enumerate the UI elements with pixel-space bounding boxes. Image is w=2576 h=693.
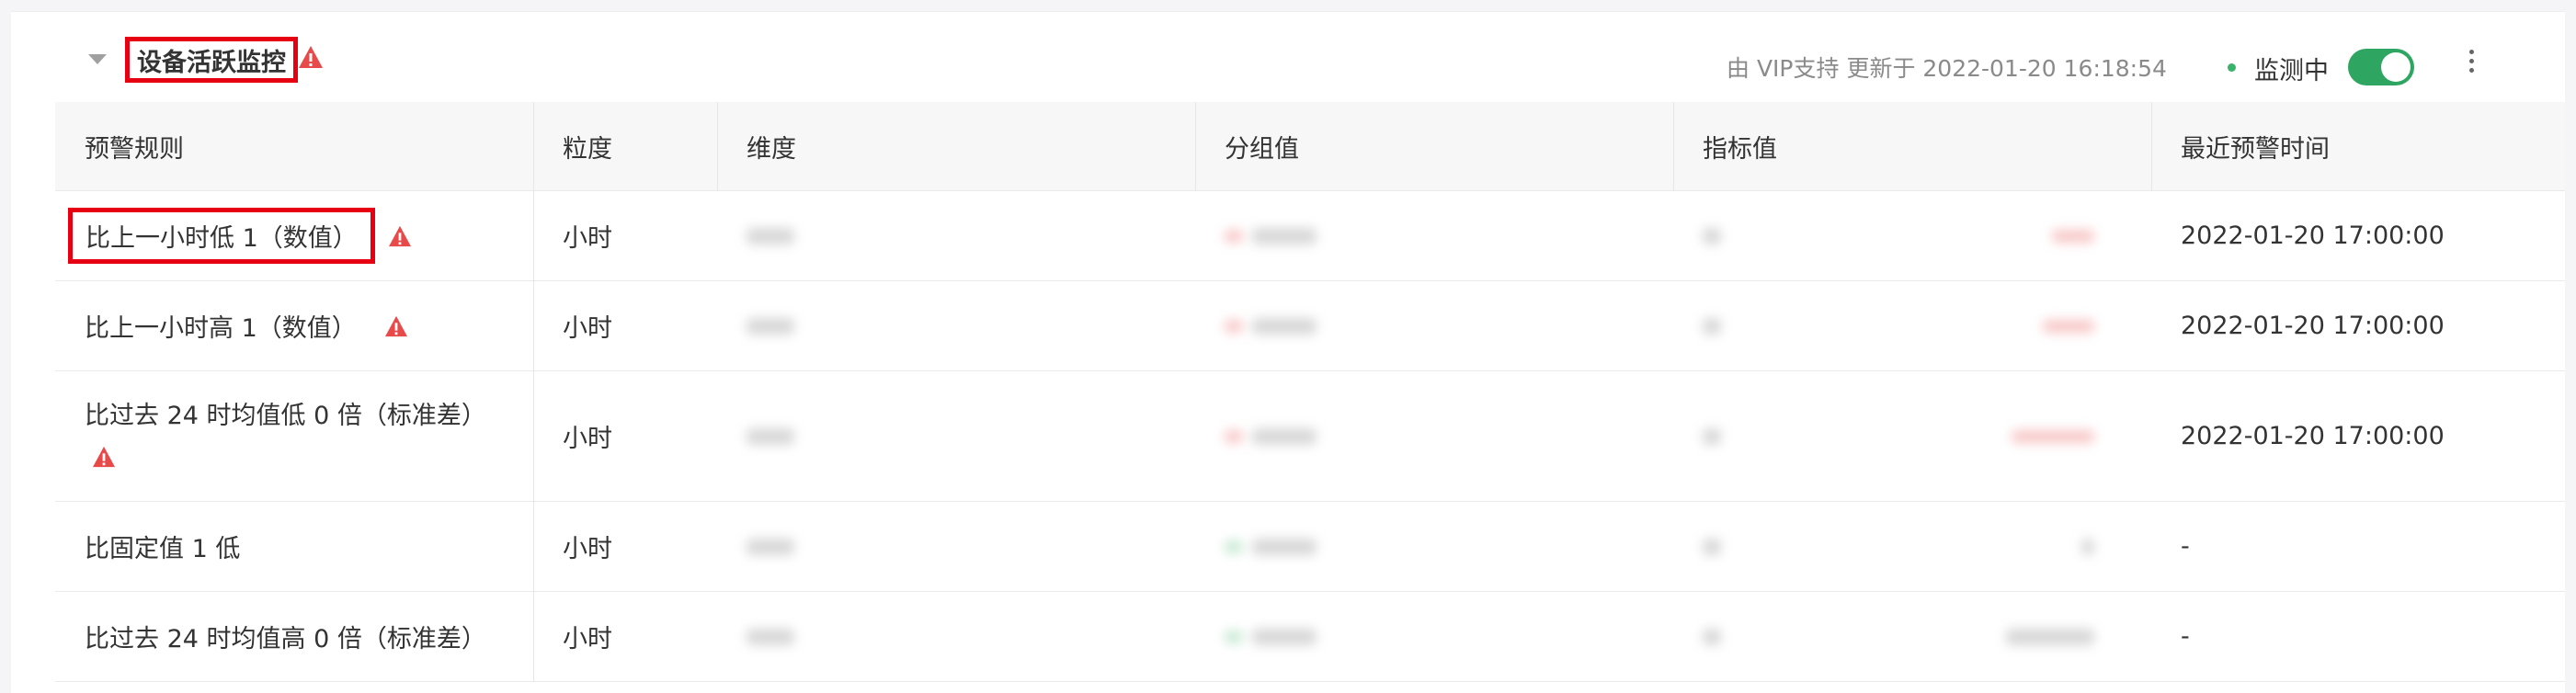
- last-alert-cell: 2022-01-20 17:00:00: [2181, 312, 2445, 340]
- blurred-group-value: [1195, 502, 1673, 591]
- blurred-group-value: [1195, 281, 1673, 370]
- rule-text: 比上一小时低 1（数值）: [85, 224, 358, 253]
- last-alert-cell: 2022-01-20 17:00:00: [2181, 422, 2445, 450]
- blurred-dimension: [717, 502, 1195, 591]
- column-header-group-value[interactable]: 分组值: [1195, 102, 1673, 191]
- blurred-metric-value: [1673, 281, 2151, 370]
- toggle-knob: [2381, 52, 2411, 82]
- column-header-metric-value[interactable]: 指标值: [1673, 102, 2151, 191]
- granularity-cell: 小时: [563, 625, 612, 653]
- blurred-metric-value: [1673, 191, 2151, 280]
- status-dot: [2228, 63, 2236, 72]
- card-header: 设备活跃监控 由 VIP支持 更新于 2022-01-20 16:18:54 监…: [11, 12, 2565, 102]
- blurred-group-value: [1195, 191, 1673, 280]
- last-alert-cell: -: [2181, 622, 2190, 651]
- table-row[interactable]: 比上一小时高 1（数值） 小时 2022-01-20 17:00:00: [55, 281, 2565, 371]
- table-row[interactable]: 比上一小时低 1（数值） 小时 2022-01-20 17:00:00: [55, 191, 2565, 281]
- column-header-dimension[interactable]: 维度: [717, 102, 1195, 191]
- warning-triangle-icon: [93, 446, 115, 468]
- blurred-metric-value: [1673, 502, 2151, 591]
- table-row[interactable]: 比固定值 1 低 小时 -: [55, 502, 2565, 592]
- blurred-dimension: [717, 371, 1195, 501]
- warning-triangle-icon: [388, 225, 411, 246]
- column-header-granularity[interactable]: 粒度: [533, 102, 717, 191]
- rule-cell: 比固定值 1 低: [55, 502, 533, 591]
- blurred-metric-value: [1673, 371, 2151, 501]
- blurred-dimension: [717, 281, 1195, 370]
- table-row[interactable]: 比过去 24 时均值低 0 倍（标准差） 小时 2022-01-20 17:00…: [55, 371, 2565, 502]
- rule-cell: 比上一小时高 1（数值）: [55, 281, 533, 370]
- rule-text: 比上一小时高 1（数值）: [85, 314, 357, 343]
- last-alert-cell: -: [2181, 532, 2190, 561]
- granularity-cell: 小时: [563, 535, 612, 563]
- rule-highlight-box: 比上一小时低 1（数值）: [68, 208, 375, 264]
- rule-cell: 比过去 24 时均值低 0 倍（标准差）: [55, 371, 533, 501]
- granularity-cell: 小时: [563, 224, 612, 253]
- caret-down-icon[interactable]: [88, 54, 107, 64]
- monitor-card: 设备活跃监控 由 VIP支持 更新于 2022-01-20 16:18:54 监…: [11, 11, 2565, 693]
- alert-rules-table: 预警规则 粒度 维度 分组值 指标值 最近预警时间 比上一小时低 1（数值） 小…: [55, 102, 2565, 682]
- status-label: 监测中: [2254, 57, 2329, 85]
- warning-triangle-icon: [384, 315, 407, 336]
- updated-info: 由 VIP支持 更新于 2022-01-20 16:18:54: [1727, 55, 2167, 82]
- table-header: 预警规则 粒度 维度 分组值 指标值 最近预警时间: [55, 102, 2565, 191]
- blurred-dimension: [717, 191, 1195, 280]
- blurred-metric-value: [1673, 592, 2151, 681]
- monitor-title-box: 设备活跃监控: [125, 37, 298, 83]
- monitor-toggle[interactable]: [2348, 49, 2414, 85]
- warning-triangle-icon: [298, 45, 324, 73]
- last-alert-cell: 2022-01-20 17:00:00: [2181, 222, 2445, 250]
- rule-cell: 比过去 24 时均值高 0 倍（标准差）: [55, 592, 533, 681]
- granularity-cell: 小时: [563, 314, 612, 343]
- granularity-cell: 小时: [563, 425, 612, 453]
- column-header-rule[interactable]: 预警规则: [55, 102, 533, 191]
- rule-text: 比过去 24 时均值高 0 倍（标准差）: [85, 625, 486, 653]
- blurred-group-value: [1195, 371, 1673, 501]
- rule-text: 比固定值 1 低: [85, 535, 241, 563]
- more-vertical-icon[interactable]: [2460, 45, 2482, 85]
- column-header-last-alert[interactable]: 最近预警时间: [2151, 102, 2565, 191]
- blurred-group-value: [1195, 592, 1673, 681]
- rule-text: 比过去 24 时均值低 0 倍（标准差）: [85, 401, 486, 430]
- rule-cell: 比上一小时低 1（数值）: [55, 191, 533, 280]
- blurred-dimension: [717, 592, 1195, 681]
- table-row[interactable]: 比过去 24 时均值高 0 倍（标准差） 小时 -: [55, 592, 2565, 682]
- monitor-title: 设备活跃监控: [137, 48, 286, 77]
